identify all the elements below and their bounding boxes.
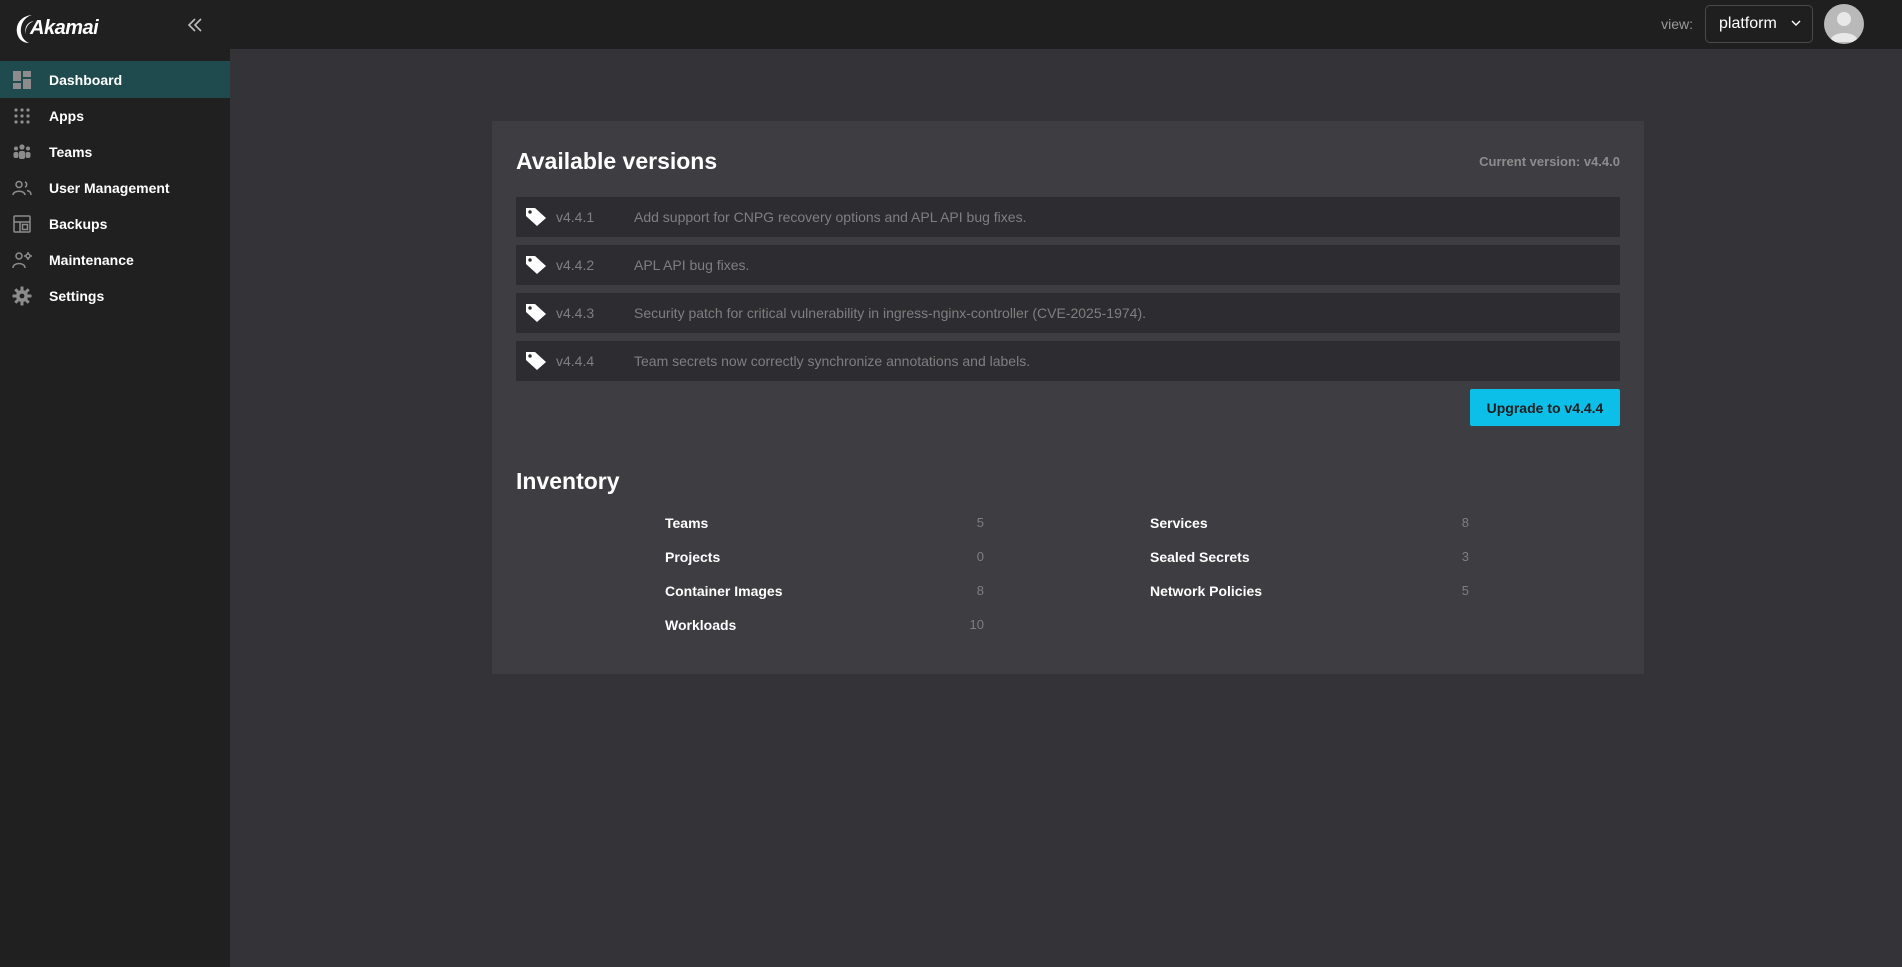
sidebar-item-label: Dashboard xyxy=(49,71,123,88)
user-avatar[interactable] xyxy=(1824,4,1864,44)
inventory-label: Workloads xyxy=(665,617,737,633)
version-description: APL API bug fixes. xyxy=(634,257,750,273)
inventory-row-network-policies: Network Policies 5 xyxy=(1150,583,1469,617)
inventory-count: 8 xyxy=(1461,515,1469,530)
double-chevron-left-icon xyxy=(187,18,202,32)
versions-list: v4.4.1 Add support for CNPG recovery opt… xyxy=(516,197,1620,389)
sidebar-item-settings[interactable]: Settings xyxy=(0,278,230,314)
inventory-row-workloads: Workloads 10 xyxy=(665,617,984,651)
collapse-sidebar-button[interactable] xyxy=(184,14,206,36)
sidebar-item-dashboard[interactable]: Dashboard xyxy=(0,61,230,98)
view-select[interactable]: platform xyxy=(1705,5,1813,43)
version-number: v4.4.1 xyxy=(556,209,595,225)
inventory-row-sealed-secrets: Sealed Secrets 3 xyxy=(1150,549,1469,583)
view-label: view: xyxy=(1661,16,1693,32)
current-version-label: Current version: v4.4.0 xyxy=(1479,154,1620,169)
akamai-logo[interactable]: Akamai xyxy=(14,8,99,48)
inventory-label: Services xyxy=(1150,515,1208,531)
tag-icon xyxy=(526,208,546,226)
tag-icon xyxy=(526,352,546,370)
inventory-count: 10 xyxy=(969,617,984,632)
top-header: view: platform xyxy=(230,0,1902,49)
teams-icon xyxy=(12,142,32,162)
sidebar-item-apps[interactable]: Apps xyxy=(0,98,230,134)
inventory-count: 0 xyxy=(976,549,984,564)
version-description: Add support for CNPG recovery options an… xyxy=(634,209,1027,225)
version-number: v4.4.4 xyxy=(556,353,595,369)
inventory-row-teams: Teams 5 xyxy=(665,515,984,549)
inventory-label: Container Images xyxy=(665,583,783,599)
sidebar-nav: Dashboard Apps Teams User Management Bac… xyxy=(0,61,230,314)
sidebar-item-label: Teams xyxy=(49,144,93,160)
version-row: v4.4.3 Security patch for critical vulne… xyxy=(516,293,1620,333)
view-select-value: platform xyxy=(1719,15,1777,32)
dashboard-icon xyxy=(12,70,32,90)
tag-icon xyxy=(526,304,546,322)
inventory-count: 3 xyxy=(1461,549,1469,564)
apps-grid-icon xyxy=(12,106,32,126)
inventory-row-container-images: Container Images 8 xyxy=(665,583,984,617)
inventory-label: Teams xyxy=(665,515,709,531)
version-number: v4.4.2 xyxy=(556,257,595,273)
sidebar: Akamai Dashboard Apps Teams User Managem… xyxy=(0,0,230,967)
inventory-label: Projects xyxy=(665,549,721,565)
version-description: Team secrets now correctly synchronize a… xyxy=(634,353,1031,369)
maintenance-icon xyxy=(12,250,32,270)
inventory-count: 5 xyxy=(1461,583,1469,598)
inventory-row-services: Services 8 xyxy=(1150,515,1469,549)
sidebar-item-user-management[interactable]: User Management xyxy=(0,170,230,206)
app-root: Akamai Dashboard Apps Teams User Managem… xyxy=(0,0,1902,967)
gear-icon xyxy=(12,286,32,306)
sidebar-item-label: Backups xyxy=(49,216,108,232)
sidebar-item-label: Settings xyxy=(49,288,105,304)
logo-text: Akamai xyxy=(30,16,99,39)
inventory-left-column: Teams 5 Projects 0 Container Images 8 Wo… xyxy=(665,515,984,651)
version-description: Security patch for critical vulnerabilit… xyxy=(634,305,1146,321)
versions-card: Available versions Current version: v4.4… xyxy=(492,121,1644,674)
user-management-icon xyxy=(12,178,32,198)
chevron-down-icon xyxy=(1791,20,1801,26)
inventory-row-projects: Projects 0 xyxy=(665,549,984,583)
version-row: v4.4.2 APL API bug fixes. xyxy=(516,245,1620,285)
backups-icon xyxy=(12,214,32,234)
tag-icon xyxy=(526,256,546,274)
inventory-count: 5 xyxy=(976,515,984,530)
sidebar-item-maintenance[interactable]: Maintenance xyxy=(0,242,230,278)
inventory-label: Network Policies xyxy=(1150,583,1263,599)
inventory-count: 8 xyxy=(976,583,984,598)
sidebar-item-label: Maintenance xyxy=(49,252,134,268)
sidebar-item-teams[interactable]: Teams xyxy=(0,134,230,170)
upgrade-button[interactable]: Upgrade to v4.4.4 xyxy=(1470,389,1620,426)
inventory-title: Inventory xyxy=(516,468,620,494)
version-row: v4.4.1 Add support for CNPG recovery opt… xyxy=(516,197,1620,237)
sidebar-item-label: Apps xyxy=(49,108,84,124)
version-number: v4.4.3 xyxy=(556,305,595,321)
available-versions-title: Available versions xyxy=(516,148,718,174)
sidebar-item-backups[interactable]: Backups xyxy=(0,206,230,242)
user-silhouette-icon xyxy=(1830,12,1858,42)
inventory-label: Sealed Secrets xyxy=(1150,549,1250,565)
sidebar-item-label: User Management xyxy=(49,180,170,196)
inventory-right-column: Services 8 Sealed Secrets 3 Network Poli… xyxy=(1150,515,1469,617)
version-row: v4.4.4 Team secrets now correctly synchr… xyxy=(516,341,1620,381)
